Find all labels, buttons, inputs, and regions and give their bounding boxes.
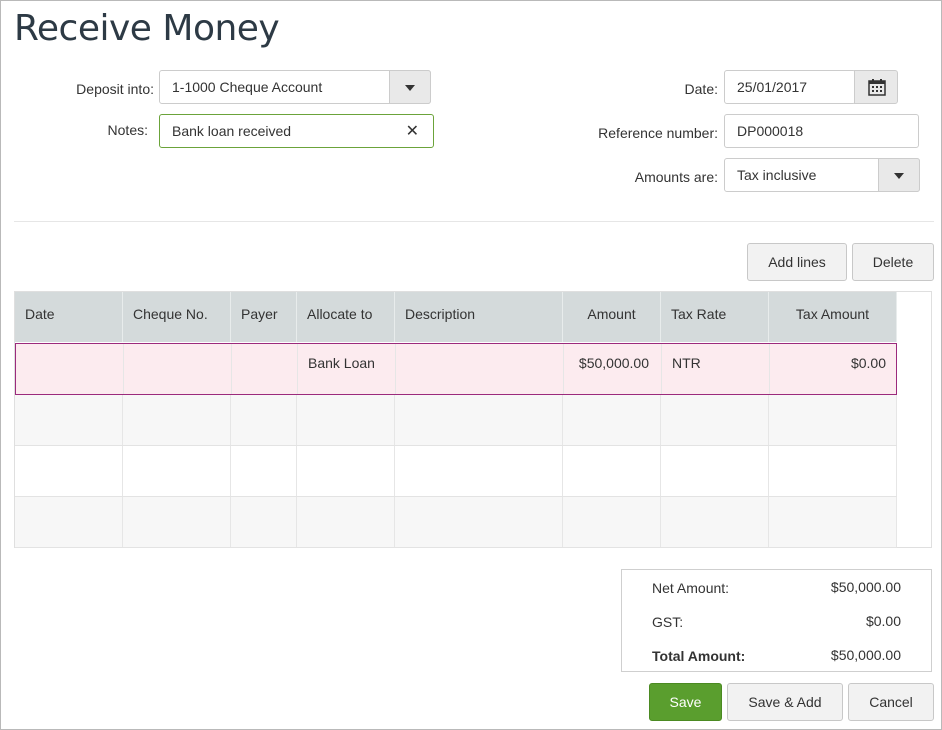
col-cheque-no[interactable]: Cheque No. <box>123 292 231 342</box>
amounts-dropdown-button[interactable] <box>878 158 920 192</box>
cell-description[interactable] <box>396 344 564 394</box>
cell-empty[interactable] <box>123 497 231 547</box>
cell-empty[interactable] <box>15 446 123 496</box>
date-value: 25/01/2017 <box>737 79 808 95</box>
grid-header: Date Cheque No. Payer Allocate to Descri… <box>15 292 897 342</box>
section-divider <box>14 221 934 222</box>
cell-empty[interactable] <box>15 395 123 445</box>
cell-payer[interactable] <box>232 344 298 394</box>
gst-value: $0.00 <box>865 613 901 629</box>
reference-number-value: DP000018 <box>737 123 804 139</box>
deposit-dropdown-button[interactable] <box>389 70 431 104</box>
calendar-button[interactable] <box>854 70 898 104</box>
date-label: Date: <box>684 81 718 97</box>
reference-number-input[interactable]: DP000018 <box>724 114 919 148</box>
cell-empty[interactable] <box>297 497 395 547</box>
amounts-are-value: Tax inclusive <box>737 167 817 183</box>
cell-tax-amount[interactable]: $0.00 <box>770 344 896 394</box>
date-input[interactable]: 25/01/2017 <box>724 70 856 104</box>
col-date[interactable]: Date <box>15 292 123 342</box>
cell-empty[interactable] <box>231 497 297 547</box>
cell-empty[interactable] <box>769 446 897 496</box>
cell-empty[interactable] <box>395 497 563 547</box>
cell-amount[interactable]: $50,000.00 <box>564 344 662 394</box>
delete-button[interactable]: Delete <box>852 243 934 281</box>
clear-icon[interactable]: ✕ <box>406 121 419 141</box>
deposit-into-label: Deposit into: <box>76 81 154 97</box>
cell-empty[interactable] <box>563 395 661 445</box>
total-amount-value: $50,000.00 <box>830 647 901 663</box>
notes-value: Bank loan received <box>172 123 292 139</box>
add-lines-button[interactable]: Add lines <box>747 243 847 281</box>
cell-empty[interactable] <box>769 497 897 547</box>
col-tax-rate[interactable]: Tax Rate <box>661 292 769 342</box>
cell-empty[interactable] <box>395 446 563 496</box>
cell-empty[interactable] <box>297 395 395 445</box>
notes-label: Notes: <box>107 122 148 138</box>
cell-empty[interactable] <box>123 446 231 496</box>
table-row[interactable]: Bank Loan $50,000.00 NTR $0.00 <box>15 343 897 395</box>
cell-empty[interactable] <box>769 395 897 445</box>
net-amount-value: $50,000.00 <box>830 579 901 595</box>
cell-empty[interactable] <box>231 446 297 496</box>
cell-empty[interactable] <box>563 446 661 496</box>
deposit-into-value: 1-1000 Cheque Account <box>172 79 323 95</box>
cell-empty[interactable] <box>231 395 297 445</box>
save-and-add-button[interactable]: Save & Add <box>727 683 843 721</box>
notes-input[interactable]: Bank loan received ✕ <box>159 114 434 148</box>
col-tax-amount[interactable]: Tax Amount <box>769 292 897 342</box>
table-row[interactable] <box>15 395 897 446</box>
cell-empty[interactable] <box>661 395 769 445</box>
cancel-button[interactable]: Cancel <box>848 683 934 721</box>
gst-label: GST: <box>652 614 684 630</box>
table-row[interactable] <box>15 497 897 548</box>
cell-empty[interactable] <box>123 395 231 445</box>
table-row[interactable] <box>15 446 897 497</box>
col-amount[interactable]: Amount <box>563 292 661 342</box>
cell-tax-rate[interactable]: NTR <box>662 344 770 394</box>
cell-allocate-to[interactable]: Bank Loan <box>298 344 396 394</box>
amounts-are-select[interactable]: Tax inclusive <box>724 158 920 192</box>
cell-date[interactable] <box>16 344 124 394</box>
calendar-icon <box>868 79 886 96</box>
totals-panel: Net Amount: $50,000.00 GST: $0.00 Total … <box>621 569 932 672</box>
col-payer[interactable]: Payer <box>231 292 297 342</box>
col-description[interactable]: Description <box>395 292 563 342</box>
cell-empty[interactable] <box>661 446 769 496</box>
cell-empty[interactable] <box>563 497 661 547</box>
deposit-into-select[interactable]: 1-1000 Cheque Account <box>159 70 431 104</box>
chevron-down-icon <box>894 173 904 179</box>
net-amount-label: Net Amount: <box>652 580 730 596</box>
cell-empty[interactable] <box>395 395 563 445</box>
cell-cheque-no[interactable] <box>124 344 232 394</box>
amounts-are-label: Amounts are: <box>634 169 718 185</box>
col-allocate-to[interactable]: Allocate to <box>297 292 395 342</box>
cell-empty[interactable] <box>661 497 769 547</box>
total-amount-label: Total Amount: <box>652 648 746 664</box>
page-title: Receive Money <box>14 8 280 49</box>
cell-empty[interactable] <box>15 497 123 547</box>
cell-empty[interactable] <box>297 446 395 496</box>
reference-number-label: Reference number: <box>598 125 718 141</box>
transactions-grid: Date Cheque No. Payer Allocate to Descri… <box>14 291 932 548</box>
chevron-down-icon <box>405 85 415 91</box>
save-button[interactable]: Save <box>649 683 722 721</box>
